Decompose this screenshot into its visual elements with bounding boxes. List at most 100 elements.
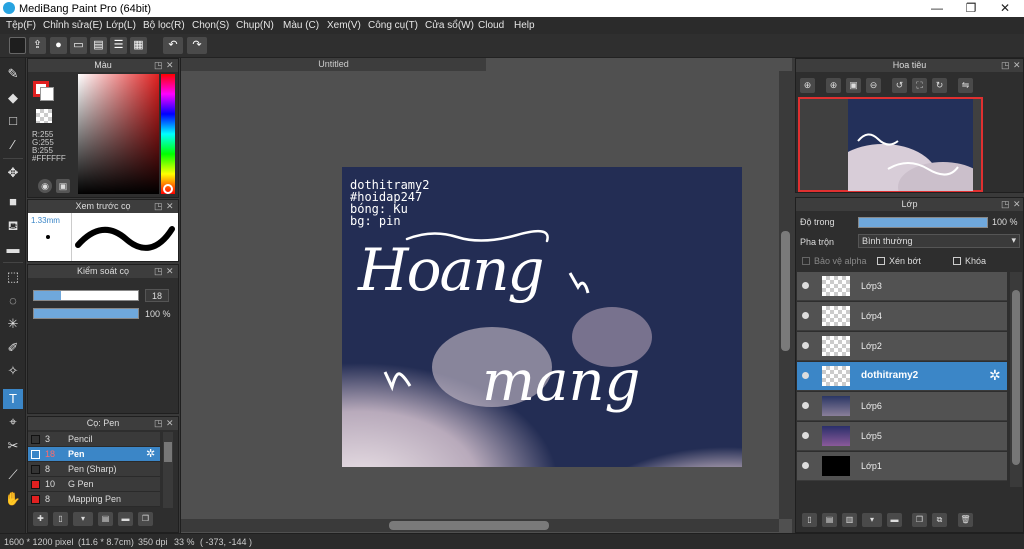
vertical-scrollbar[interactable] [779,71,792,519]
menu-edit[interactable]: Chỉnh sửa(E) [43,20,103,31]
layer-item[interactable]: Lớp5 [797,422,1007,451]
close-icon[interactable]: ✕ [166,59,174,72]
eye-icon[interactable] [802,342,809,349]
duplicate-brush-icon[interactable]: ❐ [138,512,153,526]
brush-size-input[interactable]: 18 [145,289,169,302]
new-halftone-layer-icon[interactable]: ▤ [822,513,837,527]
lock-checkbox[interactable] [953,257,961,265]
eye-icon[interactable] [802,432,809,439]
new-layer-icon[interactable]: ▯ [802,513,817,527]
clipping-checkbox[interactable] [877,257,885,265]
lasso-tool-icon[interactable]: ◌ [3,291,23,311]
horizontal-scrollbar[interactable] [181,519,779,532]
menu-tools[interactable]: Công cụ(T) [368,20,418,31]
merge-layer-icon[interactable]: ⧉ [932,513,947,527]
move-tool-icon[interactable]: ✥ [3,163,23,183]
divide-tool-icon[interactable]: ✂ [3,436,23,456]
brush-item-pen-sharp[interactable]: 8 Pen (Sharp) [28,462,160,477]
undock-icon[interactable]: ◳ [154,417,163,430]
layer-item[interactable]: Lớp4 [797,302,1007,331]
rotate-left-icon[interactable]: ↺ [892,78,907,93]
menu-help[interactable]: Help [514,20,535,31]
hue-ring-icon[interactable] [163,184,173,194]
upload-icon[interactable]: ⇪ [29,37,46,54]
palette-icon[interactable]: ▣ [56,179,70,193]
undock-icon[interactable]: ◳ [1001,59,1010,72]
undock-icon[interactable]: ◳ [154,265,163,278]
bucket-tool-icon[interactable]: ⛾ [3,216,23,236]
brush-item-g-pen[interactable]: 10 G Pen [28,477,160,492]
add-brush-icon[interactable]: ✚ [33,512,48,526]
text-tool-icon[interactable]: T [3,389,23,409]
duplicate-layer-icon[interactable]: ❐ [912,513,927,527]
new-canvas-icon[interactable] [9,37,26,54]
layer-item[interactable]: Lớp3 [797,272,1007,301]
restore-button[interactable]: ❐ [954,0,988,17]
actual-size-icon[interactable]: ▣ [846,78,861,93]
brush-menu-icon[interactable]: ▾ [73,512,93,526]
layer-item-selected[interactable]: dothitramy2 ✲ [797,362,1007,391]
brush-item-pen[interactable]: 18 Pen ✲ [28,447,160,462]
menu-file[interactable]: Tệp(F) [6,20,36,31]
text-box-icon[interactable]: ▭ [70,37,87,54]
menu-capture[interactable]: Chụp(N) [236,20,274,31]
eyedropper-tool-icon[interactable]: ⟋ [3,465,23,485]
grid-icon[interactable]: ▦ [130,37,147,54]
hue-slider[interactable] [161,74,175,194]
undock-icon[interactable]: ◳ [1001,198,1010,211]
scroll-thumb[interactable] [1012,290,1020,465]
dot-brush-tool-icon[interactable]: ⁄ [3,135,23,155]
saturation-value-picker[interactable] [78,74,159,194]
rectangle-tool-icon[interactable]: □ [3,111,23,131]
brush-size-slider[interactable] [33,290,139,301]
undock-icon[interactable]: ◳ [154,59,163,72]
eye-icon[interactable] [802,462,809,469]
zoom-fit-icon[interactable]: ⊕ [800,78,815,93]
brush-list-scrollbar[interactable] [163,432,173,508]
eye-icon[interactable] [802,372,809,379]
menu-filter[interactable]: Bộ lọc(R) [143,20,185,31]
add-layer-menu-icon[interactable]: ▾ [862,513,882,527]
brush-item-mapping-pen[interactable]: 8 Mapping Pen [28,492,160,507]
brush-settings-icon[interactable]: ▤ [98,512,113,526]
operation-tool-icon[interactable]: ⌖ [3,412,23,432]
scroll-thumb[interactable] [781,231,790,351]
gradient-tool-icon[interactable]: ▬ [3,239,23,259]
delete-layer-icon[interactable]: 🗑 [958,513,973,527]
zoom-out-icon[interactable]: ⊖ [866,78,881,93]
eye-icon[interactable] [802,282,809,289]
eraser-tool-icon[interactable]: ◆ [3,88,23,108]
brush-item-pencil[interactable]: 3 Pencil [28,432,160,447]
secondary-color-swatch[interactable] [40,87,54,101]
new-brush-icon[interactable]: ▯ [53,512,68,526]
eye-icon[interactable] [802,402,809,409]
layer-opacity-slider[interactable] [858,217,988,228]
close-icon[interactable]: ✕ [1013,198,1021,211]
menu-layer[interactable]: Lớp(L) [106,20,136,31]
gear-icon[interactable]: ✲ [989,367,1001,384]
layer-item[interactable]: Lớp1 [797,452,1007,481]
fit-window-icon[interactable]: ⛶ [912,78,927,93]
transparent-color-swatch[interactable] [36,109,52,123]
menu-cloud[interactable]: Cloud [478,20,504,31]
list-icon[interactable]: ☰ [110,37,127,54]
document-tab[interactable]: Untitled [181,58,486,71]
artwork-canvas[interactable]: dothitramy2 #hoidap247 bóng: Ku bg: pin … [342,167,742,467]
navigator-viewport[interactable] [798,97,983,192]
menu-select[interactable]: Chọn(S) [192,20,229,31]
redo-icon[interactable]: ↷ [187,37,207,54]
eye-icon[interactable] [802,312,809,319]
rotate-right-icon[interactable]: ↻ [932,78,947,93]
brush-tool-icon[interactable]: ✎ [3,64,23,84]
page-icon[interactable]: ▤ [90,37,107,54]
select-tool-icon[interactable]: ⬚ [3,267,23,287]
canvas-area[interactable]: Untitled dothitramy2 #hoidap247 bóng: Ku… [180,58,792,533]
layer-list-scrollbar[interactable] [1010,272,1022,487]
close-icon[interactable]: ✕ [166,200,174,213]
menu-color[interactable]: Màu (C) [283,20,319,31]
menu-view[interactable]: Xem(V) [327,20,361,31]
scroll-thumb[interactable] [389,521,549,530]
zoom-in-icon[interactable]: ⊕ [826,78,841,93]
minimize-button[interactable]: — [920,0,954,17]
brush-opacity-slider[interactable] [33,308,139,319]
